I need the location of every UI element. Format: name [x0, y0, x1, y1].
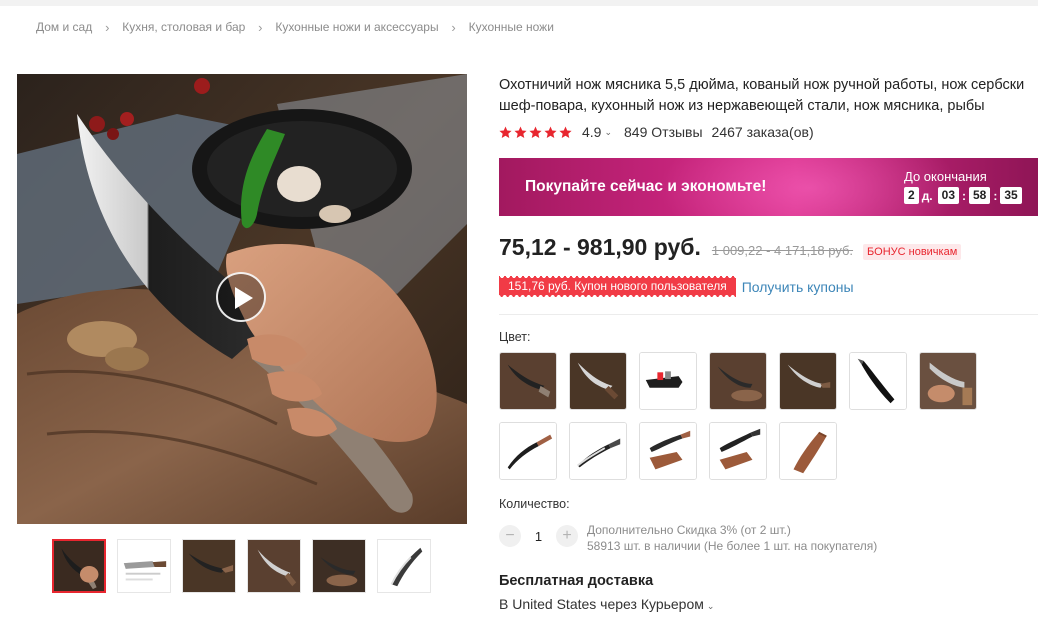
main-product-image[interactable] [17, 74, 467, 524]
thumbnail-3[interactable] [182, 539, 236, 593]
newcomer-bonus-badge: БОНУС новичкам [863, 244, 962, 260]
breadcrumb-kitchen-knives[interactable]: Кухонные ножи [469, 20, 554, 34]
countdown-timer: 2 д. 03 : 58 : 35 [904, 187, 1022, 204]
color-option-1[interactable] [499, 352, 557, 410]
color-option-9[interactable] [569, 422, 627, 480]
top-bar [0, 0, 1038, 6]
price-row: 75,12 - 981,90 руб. 1 009,22 - 4 171,18 … [499, 234, 962, 261]
thumbnail-5[interactable] [312, 539, 366, 593]
image-thumbnails [52, 539, 442, 593]
countdown-hours: 03 [937, 187, 959, 204]
color-option-8[interactable] [499, 422, 557, 480]
star-icon [544, 126, 557, 138]
countdown-minutes: 58 [969, 187, 991, 204]
coupon-row: 151,76 руб. Купон нового пользователя По… [499, 276, 854, 297]
breadcrumb-knives-accessories[interactable]: Кухонные ножи и аксессуары [275, 20, 438, 34]
star-icon [499, 126, 512, 138]
quantity-increase-button[interactable]: + [556, 525, 578, 547]
thumbnail-1[interactable] [52, 539, 106, 593]
countdown-label: До окончания [904, 169, 987, 184]
thumbnail-6[interactable] [377, 539, 431, 593]
star-icon [559, 126, 572, 138]
quantity-decrease-button[interactable]: − [499, 525, 521, 547]
color-option-12[interactable] [779, 422, 837, 480]
promo-text: Покупайте сейчас и экономьте! [525, 178, 767, 195]
breadcrumb: Дом и сад › Кухня, столовая и бар › Кухо… [36, 19, 554, 35]
countdown-separator: : [993, 188, 998, 203]
chevron-down-icon: ⌄ [706, 601, 715, 611]
product-title-line-2: шеф-повара, кухонный нож из нержавеющей … [499, 98, 985, 114]
quantity-info: Дополнительно Скидка 3% (от 2 шт.) 58913… [587, 522, 877, 554]
color-option-11[interactable] [709, 422, 767, 480]
promo-banner: Покупайте сейчас и экономьте! До окончан… [499, 158, 1038, 216]
quantity-label: Количество: [499, 497, 570, 511]
rating-stars [499, 126, 574, 139]
color-option-10[interactable] [639, 422, 697, 480]
play-icon [235, 287, 253, 309]
shipping-destination-text: В United States через Курьером [499, 596, 704, 612]
orders-count: 2467 заказа(ов) [711, 124, 814, 140]
thumbnail-4[interactable] [247, 539, 301, 593]
star-icon [514, 126, 527, 138]
chevron-right-icon: › [451, 19, 456, 35]
countdown-days-unit: д. [921, 188, 933, 203]
product-title: Охотничий нож мясника 5,5 дюйма, кованый… [499, 75, 1038, 117]
star-icon [529, 126, 542, 138]
chevron-down-icon[interactable]: ⌄ [604, 127, 612, 138]
quantity-discount: Дополнительно Скидка 3% (от 2 шт.) [587, 523, 791, 537]
color-label: Цвет: [499, 330, 531, 344]
rating-row: 4.9 ⌄ 849 Отзывы 2467 заказа(ов) [499, 124, 814, 140]
play-video-button[interactable] [216, 272, 266, 322]
reviews-link[interactable]: 849 Отзывы [624, 124, 703, 140]
countdown-seconds: 35 [1000, 187, 1022, 204]
color-option-2[interactable] [569, 352, 627, 410]
shipping-title: Бесплатная доставка [499, 573, 654, 589]
get-coupons-link[interactable]: Получить купоны [742, 279, 854, 295]
divider [499, 314, 1038, 315]
old-price: 1 009,22 - 4 171,18 руб. [711, 243, 854, 258]
breadcrumb-kitchen[interactable]: Кухня, столовая и бар [122, 20, 245, 34]
countdown-separator: : [962, 188, 966, 203]
color-option-4[interactable] [709, 352, 767, 410]
quantity-value[interactable]: 1 [521, 529, 556, 544]
color-option-5[interactable] [779, 352, 837, 410]
rating-score[interactable]: 4.9 [582, 124, 601, 140]
new-user-coupon[interactable]: 151,76 руб. Купон нового пользователя [499, 276, 736, 297]
product-title-line-1: Охотничий нож мясника 5,5 дюйма, кованый… [499, 77, 1025, 93]
quantity-stepper: − 1 + [499, 525, 578, 547]
stock-info: 58913 шт. в наличии (Не более 1 шт. на п… [587, 539, 878, 553]
color-option-3[interactable] [639, 352, 697, 410]
color-option-7[interactable] [919, 352, 977, 410]
color-option-6[interactable] [849, 352, 907, 410]
thumbnail-2[interactable] [117, 539, 171, 593]
chevron-right-icon: › [105, 19, 110, 35]
current-price: 75,12 - 981,90 руб. [499, 234, 701, 260]
shipping-destination[interactable]: В United States через Курьером ⌄ [499, 596, 714, 612]
chevron-right-icon: › [258, 19, 263, 35]
breadcrumb-home-garden[interactable]: Дом и сад [36, 20, 92, 34]
countdown-days: 2 [904, 187, 919, 204]
